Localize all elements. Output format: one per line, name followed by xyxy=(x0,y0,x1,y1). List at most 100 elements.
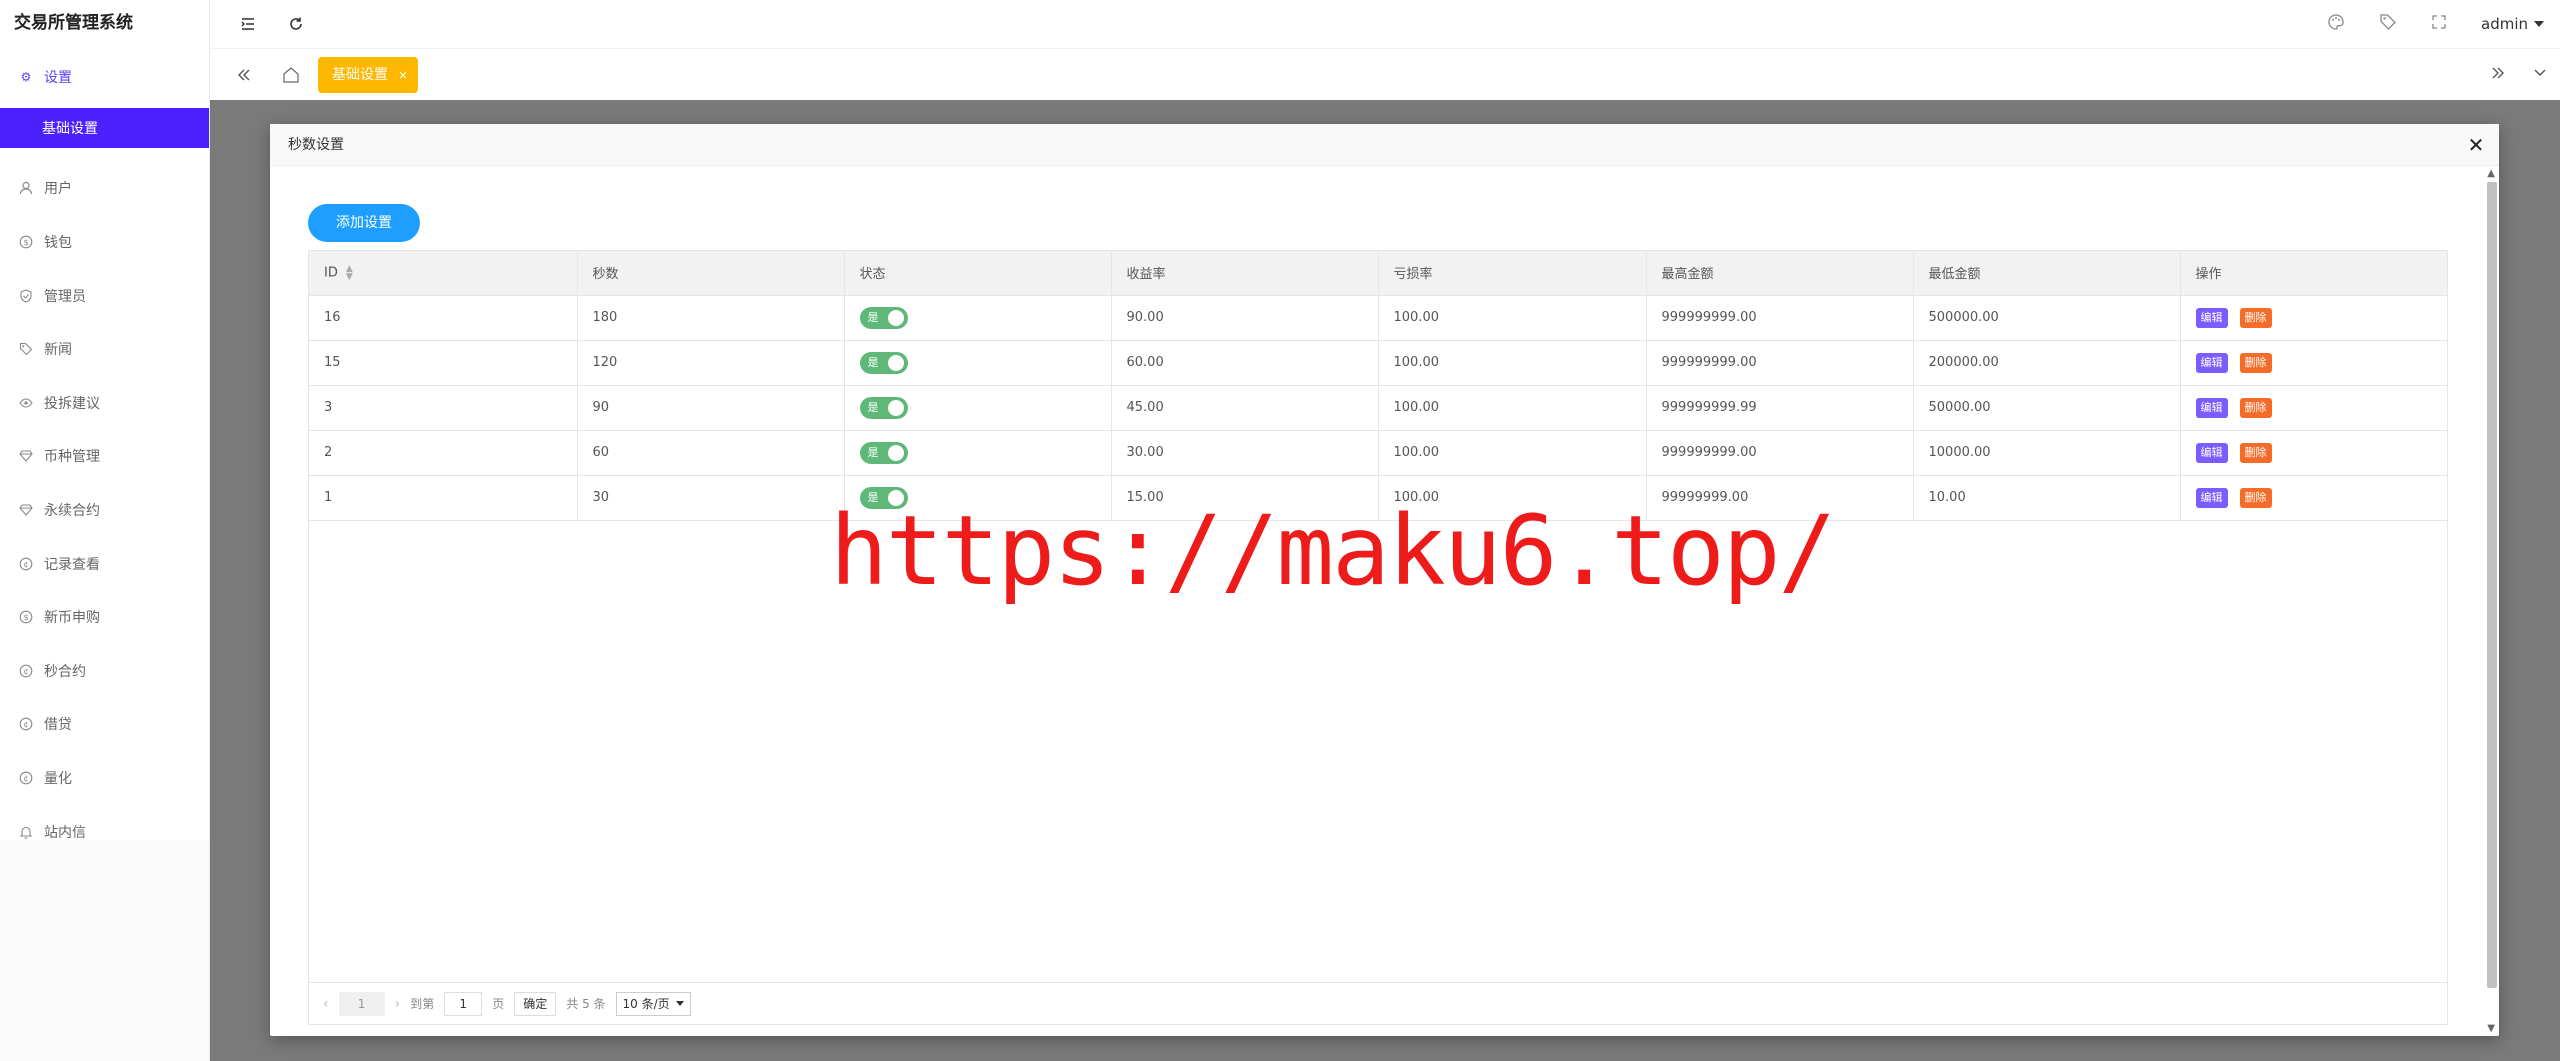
close-icon[interactable]: ✕ xyxy=(2465,134,2487,156)
modal-title: 秒数设置 xyxy=(270,124,2499,166)
sidebar-item-currency-management[interactable]: 币种管理 xyxy=(0,430,209,484)
coin-icon: ¢ xyxy=(18,556,34,572)
home-icon[interactable] xyxy=(282,66,300,84)
sidebar-item-basic-settings[interactable]: 基础设置 xyxy=(0,107,209,148)
theme-palette-icon[interactable] xyxy=(2327,13,2345,35)
tag-icon[interactable] xyxy=(2379,13,2397,35)
column-header-id[interactable]: ID ▲ ▼ xyxy=(309,251,578,296)
sidebar-item-label: 新闻 xyxy=(44,342,72,359)
sidebar-item-label: 投拆建议 xyxy=(44,395,100,412)
status-toggle[interactable]: 是 xyxy=(859,396,908,419)
sidebar-item-quant[interactable]: ¢ 量化 xyxy=(0,751,209,805)
cell-seconds: 90 xyxy=(577,385,845,431)
sort-icon[interactable]: ▲ ▼ xyxy=(346,264,353,281)
cell-loss: 100.00 xyxy=(1378,430,1647,476)
cell-max-amount: 999999999.00 xyxy=(1646,295,1914,341)
cell-min-amount: 500000.00 xyxy=(1913,295,2181,341)
sidebar-item-label: 新币申购 xyxy=(44,610,100,627)
sidebar: 交易所管理系统 ⚙ 设置 基础设置 用户 $ 钱包 管理员 新闻 投拆建议 币种… xyxy=(0,0,210,1061)
fullscreen-icon[interactable] xyxy=(2431,14,2447,34)
sidebar-item-news[interactable]: 新闻 xyxy=(0,322,209,376)
sidebar-item-new-coin-subscription[interactable]: $ 新币申购 xyxy=(0,590,209,644)
cell-seconds: 120 xyxy=(577,340,845,386)
page-size-select[interactable]: 10 条/页 xyxy=(615,991,691,1016)
status-toggle[interactable]: 是 xyxy=(859,351,908,374)
prev-page-icon[interactable]: ‹ xyxy=(323,996,329,1012)
menu-toggle-icon[interactable] xyxy=(238,14,258,34)
table-row: 15 120 是 60.00 100.00 999999999.00 20000… xyxy=(309,340,2447,386)
modal-scrollbar[interactable] xyxy=(2487,182,2497,988)
settings-table: ID ▲ ▼ 秒数 状态 收益率 亏损率 最高金额 最低金额 操作 16 180 是… xyxy=(308,250,2448,1025)
cell-id: 3 xyxy=(309,385,578,431)
page-unit-label: 页 xyxy=(492,997,505,1011)
tab-basic-settings[interactable]: 基础设置 × xyxy=(318,56,418,93)
svg-text:¢: ¢ xyxy=(23,667,28,676)
status-toggle[interactable]: 是 xyxy=(859,441,908,464)
caret-down-icon xyxy=(2534,21,2544,27)
top-header: admin xyxy=(210,0,2560,48)
cell-min-amount: 50000.00 xyxy=(1913,385,2181,431)
cell-loss: 100.00 xyxy=(1378,295,1647,341)
scroll-down-icon[interactable]: ▼ xyxy=(2487,1023,2495,1034)
sidebar-item-admins[interactable]: 管理员 xyxy=(0,269,209,323)
goto-confirm-button[interactable]: 确定 xyxy=(514,991,557,1016)
cell-seconds: 180 xyxy=(577,295,845,341)
sidebar-item-loans[interactable]: ¢ 借贷 xyxy=(0,698,209,752)
user-menu[interactable]: admin xyxy=(2481,15,2544,33)
scroll-up-icon[interactable]: ▲ xyxy=(2487,168,2495,179)
column-header-max-amount: 最高金额 xyxy=(1646,251,1914,296)
svg-text:¢: ¢ xyxy=(23,560,28,569)
cell-id: 15 xyxy=(309,340,578,386)
svg-text:$: $ xyxy=(23,238,28,247)
sidebar-item-label: 钱包 xyxy=(44,234,72,251)
sidebar-item-perpetual-contracts[interactable]: 永续合约 xyxy=(0,483,209,537)
cell-actions: 编辑 删除 xyxy=(2180,385,2447,431)
sidebar-item-settings[interactable]: ⚙ 设置 xyxy=(0,50,209,104)
shield-icon xyxy=(18,288,34,304)
delete-button[interactable]: 删除 xyxy=(2239,442,2272,463)
sidebar-item-label: 站内信 xyxy=(44,824,86,841)
cell-min-amount: 10.00 xyxy=(1913,475,2181,521)
goto-page-input[interactable]: 1 xyxy=(444,991,483,1016)
cell-yield: 60.00 xyxy=(1111,340,1379,386)
edit-button[interactable]: 编辑 xyxy=(2195,442,2228,463)
sidebar-item-label: 秒合约 xyxy=(44,663,86,680)
refresh-icon[interactable] xyxy=(286,14,306,34)
cell-loss: 100.00 xyxy=(1378,385,1647,431)
close-icon[interactable]: × xyxy=(398,57,408,93)
cell-yield: 45.00 xyxy=(1111,385,1379,431)
cell-min-amount: 10000.00 xyxy=(1913,430,2181,476)
cell-min-amount: 200000.00 xyxy=(1913,340,2181,386)
edit-button[interactable]: 编辑 xyxy=(2195,307,2228,328)
sidebar-item-records[interactable]: ¢ 记录查看 xyxy=(0,537,209,591)
delete-button[interactable]: 删除 xyxy=(2239,487,2272,508)
current-page[interactable]: 1 xyxy=(338,991,385,1016)
gear-icon: ⚙ xyxy=(20,69,32,84)
sidebar-item-label: 永续合约 xyxy=(44,502,100,519)
delete-button[interactable]: 删除 xyxy=(2239,352,2272,373)
sidebar-item-complaints[interactable]: 投拆建议 xyxy=(0,376,209,430)
edit-button[interactable]: 编辑 xyxy=(2195,487,2228,508)
add-setting-button[interactable]: 添加设置 xyxy=(308,204,420,242)
delete-button[interactable]: 删除 xyxy=(2239,397,2272,418)
column-header-seconds: 秒数 xyxy=(577,251,845,296)
coin-icon: ¢ xyxy=(18,716,34,732)
delete-button[interactable]: 删除 xyxy=(2239,307,2272,328)
sidebar-item-users[interactable]: 用户 xyxy=(0,162,209,216)
sidebar-item-wallet[interactable]: $ 钱包 xyxy=(0,215,209,269)
sidebar-item-second-contracts[interactable]: ¢ 秒合约 xyxy=(0,644,209,698)
tabs-scroll-left-icon[interactable] xyxy=(234,65,254,85)
tabs-scroll-right-icon[interactable] xyxy=(2490,65,2506,85)
sidebar-item-label: 基础设置 xyxy=(42,120,98,137)
edit-button[interactable]: 编辑 xyxy=(2195,352,2228,373)
cell-actions: 编辑 删除 xyxy=(2180,475,2447,521)
edit-button[interactable]: 编辑 xyxy=(2195,397,2228,418)
username: admin xyxy=(2481,15,2528,33)
cell-id: 16 xyxy=(309,295,578,341)
status-toggle[interactable]: 是 xyxy=(859,306,908,329)
tabs-bar: 基础设置 × xyxy=(210,48,2560,100)
next-page-icon[interactable]: › xyxy=(395,996,401,1012)
coin-icon: ¢ xyxy=(18,663,34,679)
chevron-down-icon[interactable] xyxy=(2532,65,2548,85)
column-header-actions: 操作 xyxy=(2180,251,2447,296)
